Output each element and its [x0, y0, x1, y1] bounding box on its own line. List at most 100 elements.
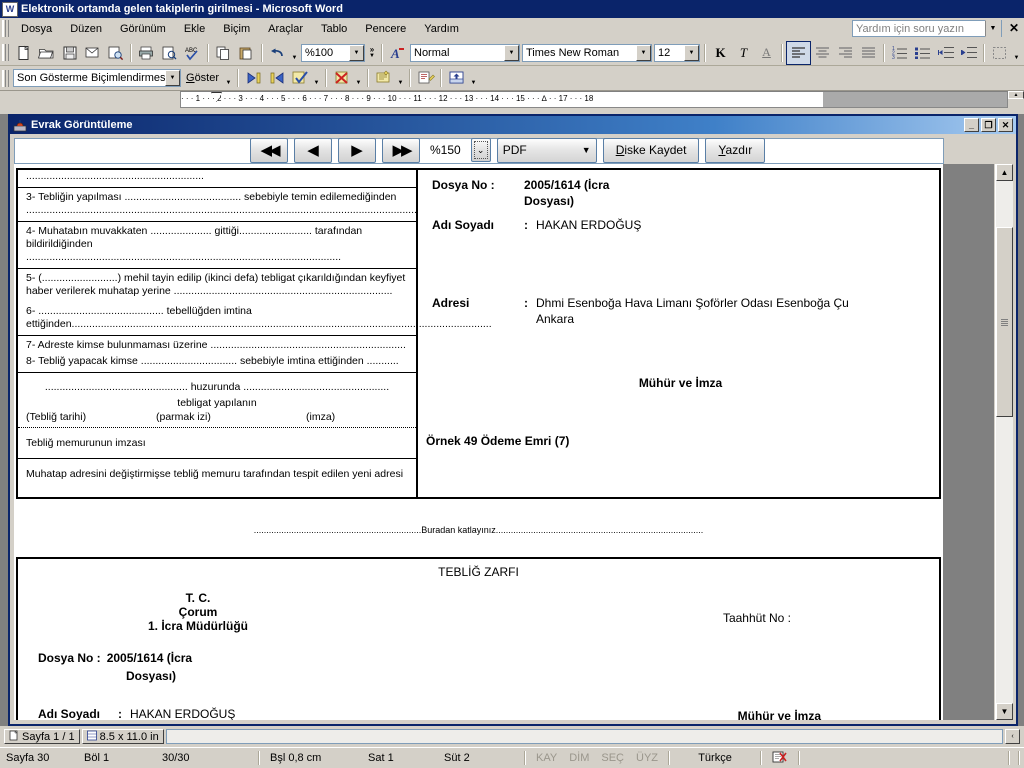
next-change-icon[interactable] — [265, 67, 288, 89]
toolbar-overflow-icon[interactable]: » ▼ — [366, 42, 378, 64]
chevron-down-icon[interactable]: ▼ — [504, 44, 519, 61]
last-page-button[interactable]: ▶▶ — [382, 137, 420, 163]
first-page-button[interactable]: ◀◀ — [250, 137, 288, 163]
zoom-combo[interactable]: %100 ▼ — [301, 43, 365, 62]
open-document-icon[interactable] — [35, 42, 58, 64]
align-right-icon[interactable] — [834, 42, 857, 64]
menu-item-ekle[interactable]: Ekle — [175, 20, 214, 38]
align-center-icon[interactable] — [811, 42, 834, 64]
document-viewport[interactable]: ........................................… — [14, 164, 994, 720]
italic-button[interactable]: T — [732, 42, 755, 64]
scroll-left-button[interactable]: ‹ — [1005, 729, 1020, 744]
scroll-up-button[interactable]: ▲ — [996, 164, 1013, 181]
borders-dropdown-icon[interactable]: ▼ — [1011, 39, 1022, 67]
word-application-window: W Elektronik ortamda gelen takiplerin gi… — [0, 0, 1024, 768]
chevron-down-icon[interactable]: ▼ — [684, 44, 699, 61]
bold-button[interactable]: K — [709, 42, 732, 64]
toolbar-grip-standard[interactable] — [2, 44, 9, 61]
menu-item-tablo[interactable]: Tablo — [312, 20, 356, 38]
bulleted-list-icon[interactable] — [911, 42, 934, 64]
undo-icon[interactable] — [266, 42, 289, 64]
save-to-disk-button[interactable]: Diske Kaydet — [602, 137, 700, 163]
horizontal-ruler[interactable]: · · · 1 · · · 2 · · · 3 · · · 4 · · · 5 … — [180, 91, 1008, 108]
status-line: Sat 1 — [368, 752, 394, 764]
previous-page-button[interactable]: ◀ — [294, 137, 332, 163]
paste-icon[interactable] — [235, 42, 258, 64]
menu-item-gorunum[interactable]: Görünüm — [111, 20, 175, 38]
status-page: Sayfa 30 — [6, 752, 50, 764]
justify-icon[interactable] — [857, 42, 880, 64]
show-menu-button[interactable]: GGösteröster — [182, 72, 223, 84]
menu-item-bicim[interactable]: Biçim — [214, 20, 259, 38]
dialog-maximize-button[interactable]: ❐ — [981, 118, 996, 132]
track-changes-dropdown-icon[interactable]: ▼ — [468, 64, 479, 92]
dialog-minimize-button[interactable]: _ — [964, 118, 979, 132]
status-overtype[interactable]: ÜYZ — [630, 752, 664, 764]
status-record[interactable]: KAY — [530, 752, 563, 764]
accept-change-icon[interactable] — [288, 67, 311, 89]
print-icon[interactable] — [135, 42, 158, 64]
scroll-down-button[interactable]: ▼ — [996, 703, 1013, 720]
menu-item-yardim[interactable]: Yardım — [415, 20, 468, 38]
menu-grip[interactable] — [2, 20, 9, 37]
styles-and-formatting-icon[interactable]: A — [386, 42, 409, 64]
dialog-zoom-spinner[interactable]: ⌄ — [470, 138, 491, 162]
font-combo[interactable]: Times New Roman ▼ — [522, 43, 652, 62]
undo-dropdown-icon[interactable]: ▼ — [289, 39, 300, 67]
status-language[interactable]: Türkçe — [674, 752, 756, 764]
font-size-combo[interactable]: 12 ▼ — [654, 43, 700, 62]
horizontal-scrollbar[interactable] — [165, 729, 1003, 744]
envelope-file-no-value: 2005/1614 (İcra — [106, 651, 193, 665]
format-select[interactable]: PDF ▼ — [496, 137, 597, 163]
numbered-list-icon[interactable]: 123 — [888, 42, 911, 64]
style-combo[interactable]: Normal ▼ — [410, 43, 520, 62]
track-changes-icon[interactable] — [445, 67, 468, 89]
chevron-down-icon[interactable]: ▼ — [636, 44, 651, 61]
page-size-button[interactable]: 8.5 x 11.0 in — [81, 729, 164, 744]
display-for-review-combo[interactable]: Son Gösterme Biçimlendirmesi ▼ — [13, 69, 181, 87]
status-track-changes[interactable]: DİM — [563, 752, 595, 764]
align-left-icon[interactable] — [786, 40, 811, 65]
chevron-down-icon[interactable]: ▼ — [985, 20, 1001, 37]
format-value: PDF — [502, 143, 527, 157]
underline-button[interactable]: A — [755, 42, 778, 64]
menu-item-pencere[interactable]: Pencere — [356, 20, 415, 38]
new-document-icon[interactable] — [12, 42, 35, 64]
ask-a-question-box[interactable]: Yardım için soru yazın ▼ — [852, 20, 1002, 37]
next-page-button[interactable]: ▶ — [338, 137, 376, 163]
scrollbar-track[interactable] — [996, 181, 1013, 703]
menu-item-dosya[interactable]: Dosya — [12, 20, 61, 38]
chevron-down-icon[interactable]: ▼ — [165, 70, 180, 86]
accept-dropdown-icon[interactable]: ▼ — [311, 64, 322, 92]
reviewing-pane-icon[interactable] — [414, 67, 437, 89]
dialog-vertical-scrollbar[interactable]: ▲ ▼ — [995, 164, 1013, 720]
search-document-icon[interactable] — [104, 42, 127, 64]
close-document-button[interactable]: ✕ — [1009, 22, 1019, 34]
spellcheck-status-icon[interactable] — [766, 750, 794, 767]
email-icon[interactable] — [81, 42, 104, 64]
print-button[interactable]: Yazdır — [705, 137, 766, 163]
toolbar-grip-reviewing[interactable] — [2, 69, 9, 87]
increase-indent-icon[interactable] — [957, 42, 980, 64]
reject-change-icon[interactable] — [330, 67, 353, 89]
status-extend-selection[interactable]: SEÇ — [595, 752, 630, 764]
copy-icon[interactable] — [212, 42, 235, 64]
reject-dropdown-icon[interactable]: ▼ — [353, 64, 364, 92]
ask-a-question-placeholder: Yardım için soru yazın — [856, 22, 965, 35]
chevron-down-icon[interactable]: ▼ — [349, 44, 364, 61]
page-indicator-button[interactable]: Sayfa 1 / 1 — [4, 729, 80, 744]
print-preview-icon[interactable] — [158, 42, 181, 64]
decrease-indent-icon[interactable] — [934, 42, 957, 64]
new-comment-icon[interactable] — [372, 67, 395, 89]
new-comment-dropdown-icon[interactable]: ▼ — [395, 64, 406, 92]
save-icon[interactable] — [58, 42, 81, 64]
menu-item-duzen[interactable]: Düzen — [61, 20, 111, 38]
borders-icon[interactable] — [988, 42, 1011, 64]
menu-item-araclar[interactable]: Araçlar — [259, 20, 312, 38]
scrollbar-thumb[interactable] — [996, 227, 1013, 417]
dialog-close-button[interactable]: ✕ — [998, 118, 1013, 132]
show-dropdown-icon[interactable]: ▼ — [223, 64, 234, 92]
word-icon: W — [2, 1, 18, 17]
spelling-check-icon[interactable]: ABC — [181, 42, 204, 64]
previous-change-icon[interactable] — [242, 67, 265, 89]
